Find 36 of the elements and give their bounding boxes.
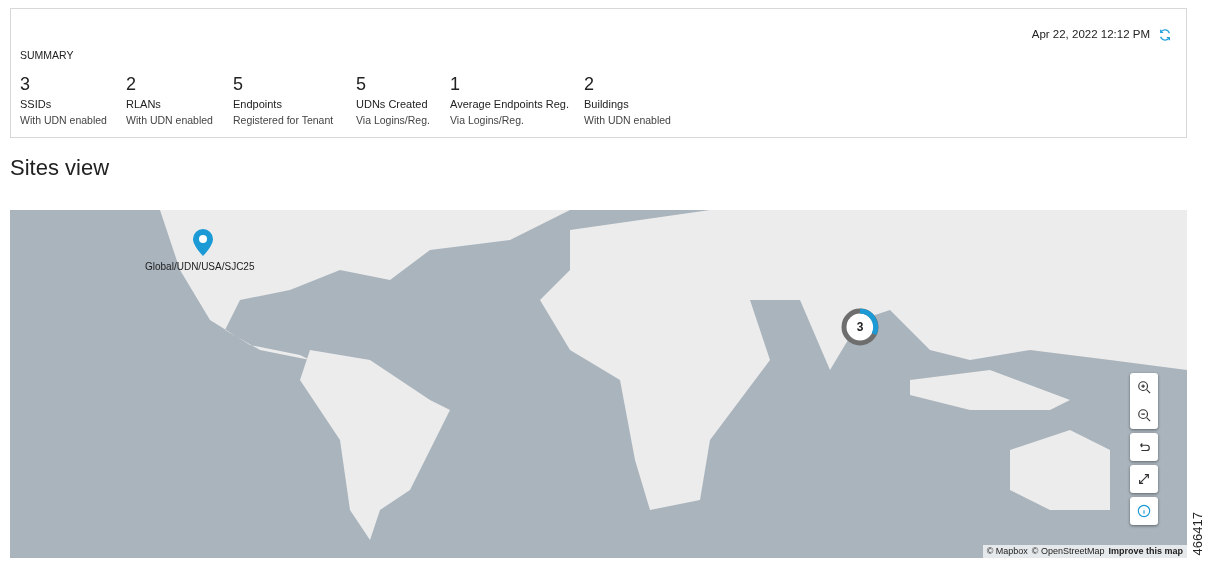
stat-value: 5 — [356, 72, 366, 95]
info-icon — [1137, 504, 1151, 518]
site-cluster-ring[interactable] — [840, 307, 880, 347]
attribution-text: © Mapbox — [986, 544, 1028, 558]
expand-arrows-icon — [1137, 472, 1151, 486]
stat-value: 3 — [20, 72, 30, 95]
timestamp: Apr 22, 2022 12:12 PM — [1031, 27, 1150, 42]
stat-value: 5 — [233, 72, 243, 95]
zoom-in-icon — [1137, 380, 1151, 394]
stat-caption: With UDN enabled — [20, 113, 107, 129]
stat-label: SSIDs — [20, 96, 52, 112]
attribution-text: © OpenStreetMap — [1031, 544, 1105, 558]
stat-caption: With UDN enabled — [126, 113, 213, 129]
figure-number: 466417 — [1189, 512, 1207, 556]
stat-caption: Via Logins/Reg. — [450, 113, 524, 129]
stat-label: RLANs — [126, 96, 161, 112]
location-pin-icon[interactable] — [192, 228, 214, 258]
stat-caption: Registered for Tenant — [233, 113, 334, 129]
stat-label: UDNs Created — [356, 96, 428, 112]
undo-arrow-icon — [1137, 440, 1151, 454]
zoom-out-icon — [1137, 408, 1151, 422]
stat-value: 2 — [126, 72, 136, 95]
summary-title: SUMMARY — [20, 48, 74, 63]
stat-caption: Via Logins/Reg. — [356, 113, 430, 129]
stat-label: Buildings — [584, 96, 629, 112]
stat-value: 2 — [584, 72, 594, 95]
refresh-icon[interactable] — [1158, 27, 1172, 42]
stat-label: Endpoints — [233, 96, 282, 112]
cluster-count: 3 — [855, 320, 865, 334]
map-link[interactable]: Improve this map — [1108, 544, 1183, 558]
stat-caption: With UDN enabled — [584, 113, 671, 129]
pin-label: Global/UDN/USA/SJC25 — [145, 260, 255, 274]
world-map[interactable]: Global/UDN/USA/SJC25 3 © Mapbox © OpenStreetMap Improve this map — [10, 210, 1187, 558]
stat-value: 1 — [450, 72, 460, 95]
stat-label: Average Endpoints Reg. — [450, 96, 570, 112]
section-title: Sites view — [10, 157, 111, 179]
